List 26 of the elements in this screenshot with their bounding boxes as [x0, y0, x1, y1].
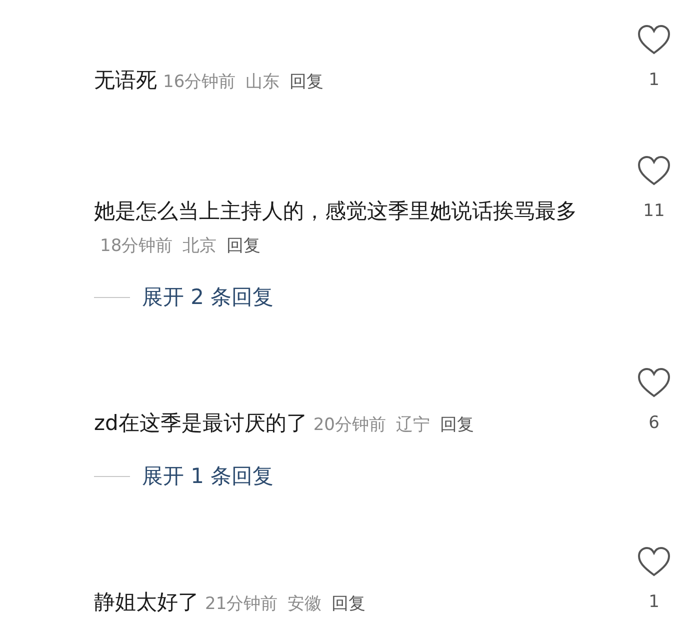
comment-text: zd在这季是最讨厌的了: [94, 411, 308, 435]
comment-location: 安徽: [288, 594, 322, 614]
reply-link[interactable]: 回复: [440, 415, 474, 435]
heart-icon[interactable]: [637, 24, 671, 56]
heart-icon[interactable]: [637, 546, 671, 578]
reply-link[interactable]: 回复: [226, 236, 261, 256]
heart-icon[interactable]: [637, 155, 671, 187]
comment-time: 20分钟前: [313, 415, 386, 435]
comment-text: 静姐太好了: [94, 590, 199, 614]
comment-time: 21分钟前: [205, 594, 278, 614]
like-count: 6: [648, 412, 660, 435]
comment-location: 山东: [246, 72, 280, 92]
comment-time: 18分钟前: [100, 236, 173, 256]
expand-replies-button[interactable]: 展开 2 条回复: [142, 283, 274, 311]
comment-location: 辽宁: [396, 415, 430, 435]
heart-icon[interactable]: [637, 367, 671, 399]
comment-location: 北京: [182, 236, 217, 256]
comment-text: 她是怎么当上主持人的，感觉这季里她说话挨骂最多: [94, 199, 577, 223]
expand-replies-button[interactable]: 展开 1 条回复: [142, 462, 274, 490]
reply-link[interactable]: 回复: [290, 72, 324, 92]
comment-text: 无语死: [94, 68, 157, 92]
like-count: 1: [648, 69, 660, 92]
reply-link[interactable]: 回复: [332, 594, 366, 614]
like-count: 1: [648, 591, 660, 614]
comment-time: 16分钟前: [163, 72, 236, 92]
like-count: 11: [643, 200, 665, 223]
